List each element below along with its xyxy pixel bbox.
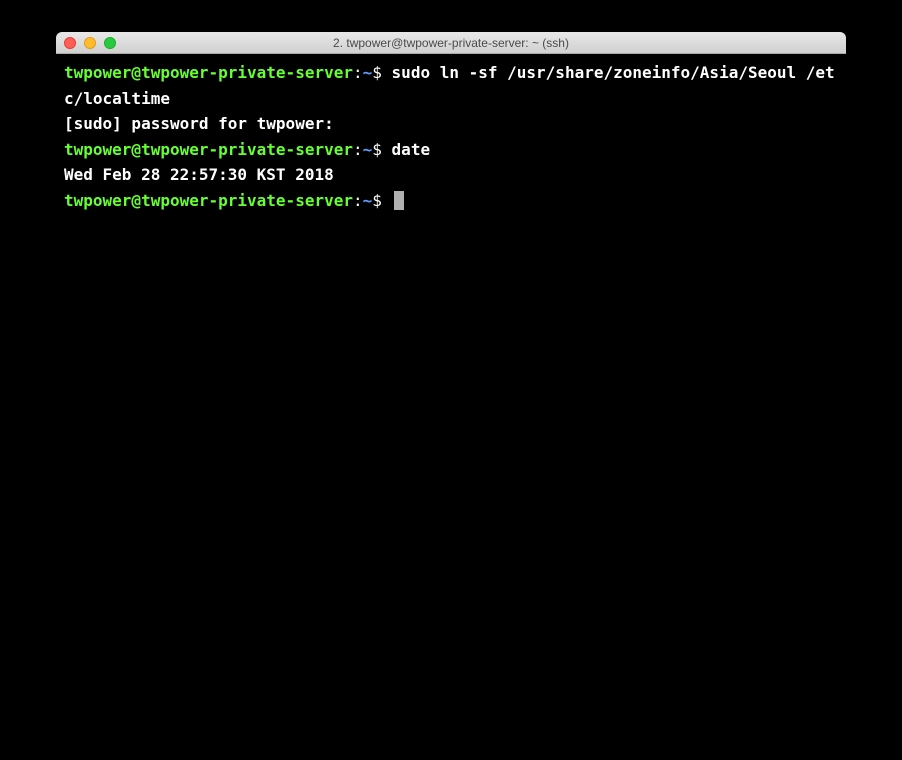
- title-bar: 2. twpower@twpower-private-server: ~ (ss…: [56, 32, 846, 54]
- cursor-icon: [394, 191, 404, 210]
- output-text: Wed Feb 28 22:57:30 KST 2018: [64, 165, 334, 184]
- prompt-separator: :: [353, 140, 363, 159]
- prompt-separator: :: [353, 191, 363, 210]
- prompt-userhost: twpower@twpower-private-server: [64, 191, 353, 210]
- prompt-symbol: $: [372, 63, 382, 82]
- command-text: date: [382, 140, 430, 159]
- terminal-body[interactable]: twpower@twpower-private-server:~$ sudo l…: [56, 54, 846, 722]
- terminal-window: 2. twpower@twpower-private-server: ~ (ss…: [56, 32, 846, 722]
- prompt-path: ~: [363, 140, 373, 159]
- terminal-line: twpower@twpower-private-server:~$: [64, 188, 838, 214]
- window-title: 2. twpower@twpower-private-server: ~ (ss…: [333, 36, 569, 50]
- prompt-symbol: $: [372, 191, 382, 210]
- command-2: date: [392, 140, 431, 159]
- terminal-line: Wed Feb 28 22:57:30 KST 2018: [64, 162, 838, 188]
- prompt-userhost: twpower@twpower-private-server: [64, 63, 353, 82]
- terminal-line: [sudo] password for twpower:: [64, 111, 838, 137]
- prompt-separator: :: [353, 63, 363, 82]
- prompt-symbol: $: [372, 140, 382, 159]
- terminal-line: twpower@twpower-private-server:~$ sudo l…: [64, 60, 838, 111]
- prompt-path: ~: [363, 191, 373, 210]
- terminal-line: twpower@twpower-private-server:~$ date: [64, 137, 838, 163]
- prompt-userhost: twpower@twpower-private-server: [64, 140, 353, 159]
- output-text: [sudo] password for twpower:: [64, 114, 334, 133]
- traffic-lights: [64, 37, 116, 49]
- minimize-icon[interactable]: [84, 37, 96, 49]
- maximize-icon[interactable]: [104, 37, 116, 49]
- prompt-path: ~: [363, 63, 373, 82]
- close-icon[interactable]: [64, 37, 76, 49]
